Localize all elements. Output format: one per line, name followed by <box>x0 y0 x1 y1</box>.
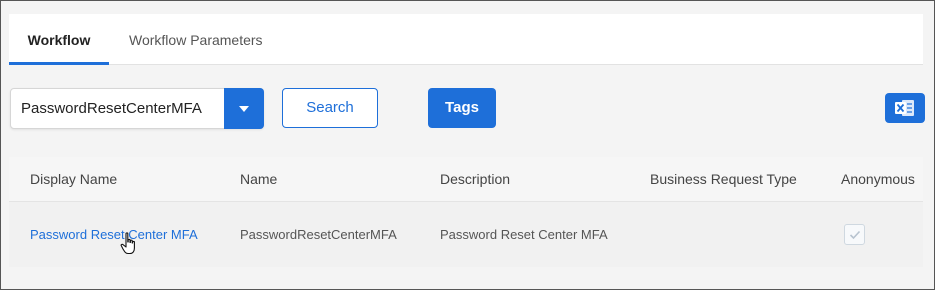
column-header-business-request-type[interactable]: Business Request Type <box>650 157 797 201</box>
column-header-display-name[interactable]: Display Name <box>30 157 117 201</box>
column-header-anonymous[interactable]: Anonymous <box>841 157 915 201</box>
display-name-link[interactable]: Password Reset Center MFA <box>30 202 198 268</box>
export-excel-button[interactable] <box>885 93 925 123</box>
hand-pointer-cursor-icon <box>120 232 140 261</box>
column-header-description[interactable]: Description <box>440 157 510 201</box>
column-header-name[interactable]: Name <box>240 157 277 201</box>
excel-icon <box>895 100 914 116</box>
tab-workflow-parameters[interactable]: Workflow Parameters <box>129 14 263 64</box>
app-frame: Workflow Workflow Parameters Search Tags… <box>0 0 935 290</box>
description-cell: Password Reset Center MFA <box>440 227 608 242</box>
checkmark-icon <box>849 230 860 239</box>
tab-bar: Workflow Workflow Parameters <box>9 14 923 65</box>
search-button[interactable]: Search <box>282 88 378 128</box>
workflow-select[interactable] <box>10 88 264 129</box>
grid-header: Display Name Name Description Business R… <box>9 157 923 202</box>
tags-button[interactable]: Tags <box>428 88 496 128</box>
workflow-select-input[interactable] <box>21 89 216 127</box>
anonymous-checkbox <box>844 224 865 245</box>
caret-down-icon <box>239 105 249 112</box>
workflow-grid: Display Name Name Description Business R… <box>9 157 923 267</box>
tab-workflow[interactable]: Workflow <box>9 14 109 65</box>
workflow-select-dropdown-button[interactable] <box>224 88 264 129</box>
table-row[interactable]: Password Reset Center MFA PasswordResetC… <box>9 202 923 267</box>
name-cell: PasswordResetCenterMFA <box>240 227 397 242</box>
